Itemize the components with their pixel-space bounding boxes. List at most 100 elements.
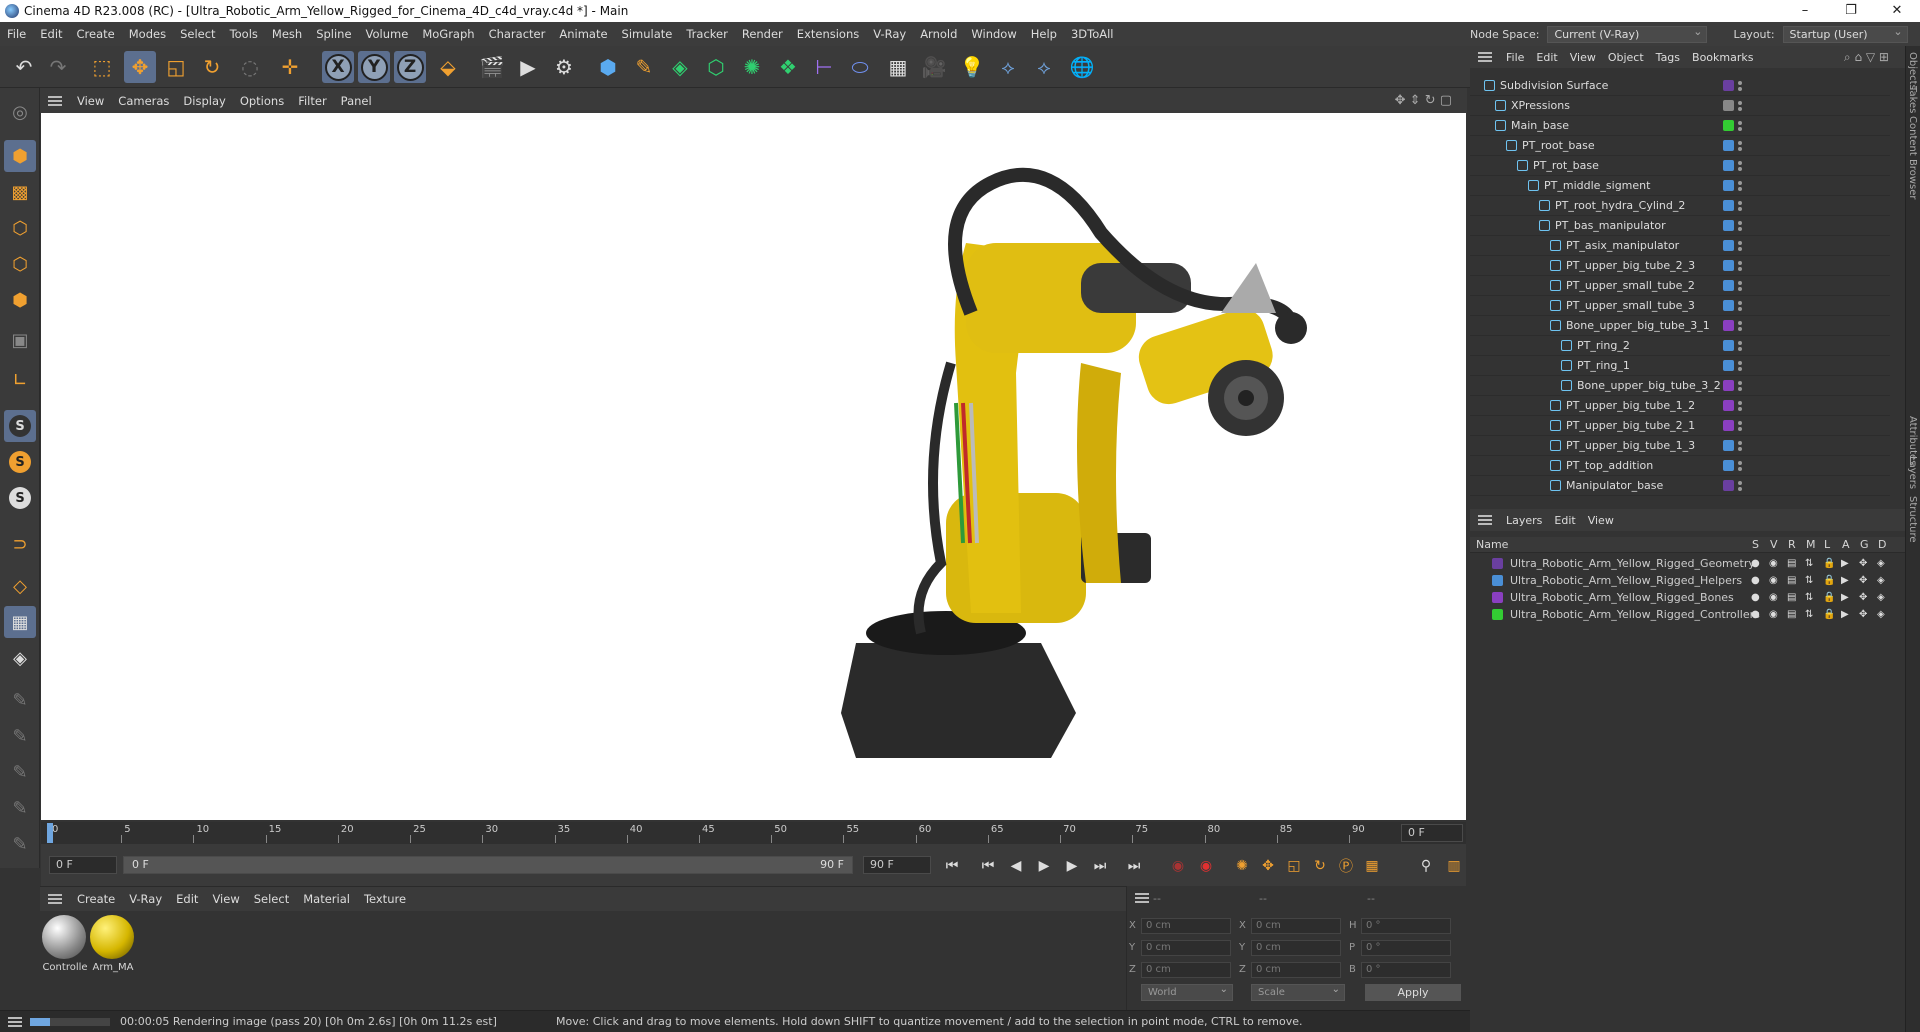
key-position-icon[interactable]: ✥ xyxy=(1257,855,1279,877)
layer-column-v[interactable]: V xyxy=(1770,538,1778,551)
right-tab-structure[interactable]: Structure xyxy=(1907,496,1918,543)
menu-help[interactable]: Help xyxy=(1024,27,1064,41)
layer-menu-view[interactable]: View xyxy=(1582,514,1620,527)
camera-icon[interactable]: 🎥 xyxy=(918,51,950,83)
subdivision-surface-icon[interactable]: ◈ xyxy=(664,51,696,83)
visibility-dots-icon[interactable] xyxy=(1738,261,1742,271)
object-row[interactable]: PT_upper_big_tube_1_3 xyxy=(1470,436,1890,456)
layer-toggle-icon[interactable]: ◉ xyxy=(1769,606,1778,623)
layer-color-swatch[interactable] xyxy=(1723,100,1734,111)
coord-world-dropdown[interactable]: World xyxy=(1141,982,1233,1001)
menu-render[interactable]: Render xyxy=(735,27,790,41)
right-tab-takes[interactable]: Takes xyxy=(1907,86,1918,113)
layer-toggle-icon[interactable]: ▶ xyxy=(1841,572,1849,589)
object-row[interactable]: PT_ring_2 xyxy=(1470,336,1890,356)
menu-file[interactable]: File xyxy=(0,27,33,41)
x-axis-lock-icon[interactable]: X xyxy=(322,51,354,83)
right-tab-content-browser[interactable]: Content Browser xyxy=(1907,116,1918,199)
visibility-dots-icon[interactable] xyxy=(1738,481,1742,491)
layer-menu-layers[interactable]: Layers xyxy=(1500,514,1548,527)
layer-row[interactable]: Ultra_Robotic_Arm_Yellow_Rigged_Geometry… xyxy=(1470,555,1905,572)
visibility-dots-icon[interactable] xyxy=(1738,301,1742,311)
object-row[interactable]: PT_middle_sigment xyxy=(1470,176,1890,196)
pen-spline-icon[interactable]: ✎ xyxy=(628,51,660,83)
material-menu-select[interactable]: Select xyxy=(247,892,296,906)
layer-toggle-icon[interactable]: ▤ xyxy=(1787,589,1796,606)
visibility-dots-icon[interactable] xyxy=(1738,121,1742,131)
layer-toggle-icon[interactable]: ⇅ xyxy=(1805,606,1813,623)
object-menu-bookmarks[interactable]: Bookmarks xyxy=(1686,51,1759,64)
pose-icon[interactable]: ✎ xyxy=(4,720,36,752)
light-icon[interactable]: 💡 xyxy=(956,51,988,83)
key-rotation-icon[interactable]: ↻ xyxy=(1309,855,1331,877)
layer-toggle-icon[interactable]: ⇅ xyxy=(1805,589,1813,606)
object-menu-view[interactable]: View xyxy=(1564,51,1602,64)
object-row[interactable]: PT_root_hydra_Cylind_2 xyxy=(1470,196,1890,216)
field-icon[interactable]: ⬭ xyxy=(844,51,876,83)
render-view-icon[interactable]: ▶ xyxy=(512,51,544,83)
layer-toggle-icon[interactable]: ◈ xyxy=(1877,589,1885,606)
apply-button[interactable]: Apply xyxy=(1365,984,1461,1001)
y-axis-lock-icon[interactable]: Y xyxy=(358,51,390,83)
layer-row[interactable]: Ultra_Robotic_Arm_Yellow_Rigged_Helpers ●… xyxy=(1470,572,1905,589)
layer-toggle-icon[interactable]: ▶ xyxy=(1841,589,1849,606)
timeline-window-icon[interactable]: ▥ xyxy=(1443,855,1465,877)
visibility-dots-icon[interactable] xyxy=(1738,341,1742,351)
menu-mograph[interactable]: MoGraph xyxy=(415,27,481,41)
visibility-dots-icon[interactable] xyxy=(1738,101,1742,111)
layer-toggle-icon[interactable]: ▤ xyxy=(1787,572,1796,589)
floor-icon[interactable]: ▦ xyxy=(882,51,914,83)
layer-toggle-icon[interactable]: ◈ xyxy=(1877,606,1885,623)
go-to-start-icon[interactable]: ⏮ xyxy=(941,855,963,877)
material-menu-v-ray[interactable]: V-Ray xyxy=(122,892,169,906)
layer-toggle-icon[interactable]: ▶ xyxy=(1841,606,1849,623)
visibility-dots-icon[interactable] xyxy=(1738,381,1742,391)
object-row[interactable]: Main_base xyxy=(1470,116,1890,136)
visibility-dots-icon[interactable] xyxy=(1738,161,1742,171)
object-hamburger-icon[interactable] xyxy=(1478,52,1492,62)
layer-color-swatch[interactable] xyxy=(1723,160,1734,171)
play-icon[interactable]: ▶ xyxy=(1033,855,1055,877)
status-hamburger-icon[interactable] xyxy=(8,1016,22,1027)
object-menu-object[interactable]: Object xyxy=(1602,51,1650,64)
layer-color-swatch[interactable] xyxy=(1723,480,1734,491)
visibility-dots-icon[interactable] xyxy=(1738,421,1742,431)
layer-toggle-icon[interactable]: 🔒 xyxy=(1823,555,1835,572)
viewport-nav-icons[interactable]: ✥ ⇕ ↻ ▢ xyxy=(1388,93,1459,108)
layer-row[interactable]: Ultra_Robotic_Arm_Yellow_Rigged_Controll… xyxy=(1470,606,1905,623)
layer-color-swatch[interactable] xyxy=(1723,300,1734,311)
coord-value-field[interactable]: 0 cm xyxy=(1251,918,1341,934)
object-row[interactable]: PT_upper_small_tube_2 xyxy=(1470,276,1890,296)
layer-toggle-icon[interactable]: ✥ xyxy=(1859,606,1867,623)
z-axis-lock-icon[interactable]: Z xyxy=(394,51,426,83)
material-hamburger-icon[interactable] xyxy=(48,894,62,904)
menu-window[interactable]: Window xyxy=(964,27,1023,41)
layer-color-swatch[interactable] xyxy=(1723,440,1734,451)
deformer-icon[interactable]: ⊢ xyxy=(808,51,840,83)
object-row[interactable]: PT_asix_manipulator xyxy=(1470,236,1890,256)
layer-toggle-icon[interactable]: ▶ xyxy=(1841,555,1849,572)
menu-3dtoall[interactable]: 3DToAll xyxy=(1064,27,1121,41)
brush-icon[interactable]: ✎ xyxy=(4,828,36,860)
move-tool-icon[interactable]: ✥ xyxy=(124,51,156,83)
visibility-dots-icon[interactable] xyxy=(1738,461,1742,471)
layer-color-swatch[interactable] xyxy=(1723,400,1734,411)
python-script-icon[interactable]: ⟡ xyxy=(1028,51,1060,83)
magnet-icon[interactable]: ⊃ xyxy=(4,528,36,560)
object-menu-tags[interactable]: Tags xyxy=(1650,51,1686,64)
keyframe-selection-icon[interactable]: ✺ xyxy=(1231,855,1253,877)
rotate-tool-icon[interactable]: ↻ xyxy=(196,51,228,83)
viewport-menu-cameras[interactable]: Cameras xyxy=(111,94,176,108)
record-disabled-icon[interactable]: ◉ xyxy=(1167,855,1189,877)
workplane-icon[interactable]: ◇ xyxy=(4,570,36,602)
visibility-dots-icon[interactable] xyxy=(1738,241,1742,251)
key-pla-icon[interactable]: ▦ xyxy=(1361,855,1383,877)
cube-primitive-icon[interactable]: ⬢ xyxy=(592,51,624,83)
object-row[interactable]: PT_upper_big_tube_2_1 xyxy=(1470,416,1890,436)
layer-toggle-icon[interactable]: ● xyxy=(1751,589,1760,606)
menu-create[interactable]: Create xyxy=(70,27,122,41)
current-frame-field[interactable]: 0 F xyxy=(1401,824,1463,842)
layer-color-swatch[interactable] xyxy=(1723,120,1734,131)
layer-toggle-icon[interactable]: ⇅ xyxy=(1805,572,1813,589)
render-region-icon[interactable]: 🎬 xyxy=(476,51,508,83)
